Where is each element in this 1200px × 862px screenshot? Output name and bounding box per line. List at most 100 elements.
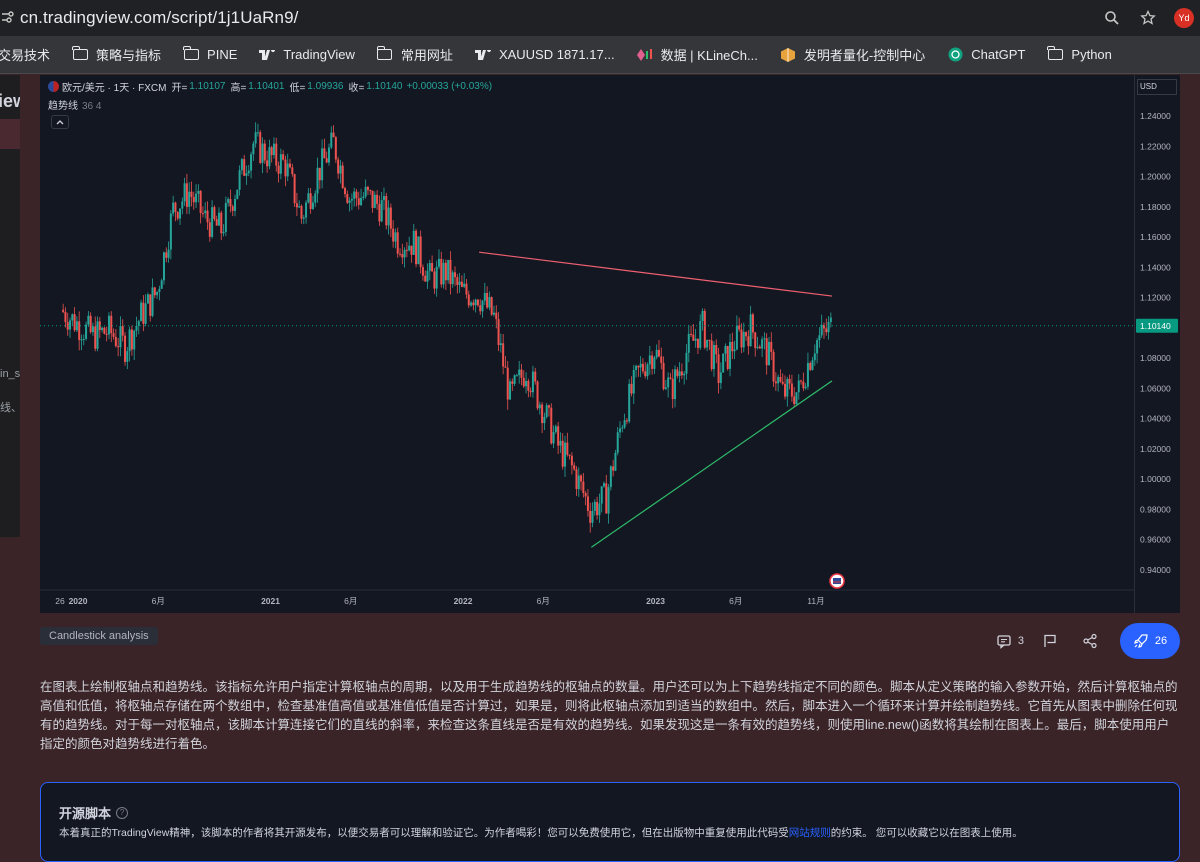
candle-body: [687, 333, 690, 353]
candle-body: [64, 311, 67, 323]
comments-button[interactable]: 3: [996, 623, 1024, 659]
symbol-label[interactable]: 欧元/美元 · 1天 · FXCM: [62, 79, 166, 94]
bookmarks-bar: 交易技术 策略与指标 PINE TradingView 常用网址 XAUUSD 1871.…: [0, 36, 1200, 74]
candle-body: [302, 217, 305, 219]
candle-body: [261, 143, 264, 163]
site-info-icon[interactable]: [0, 9, 18, 27]
candle-body: [460, 281, 463, 287]
collapse-legend-button[interactable]: [51, 115, 69, 129]
url-text[interactable]: cn.tradingview.com/script/1j1UaRn9/: [20, 8, 298, 28]
candle-body: [784, 383, 787, 397]
candle-body: [786, 378, 789, 397]
category-tag[interactable]: Candlestick analysis: [40, 627, 158, 645]
candle-body: [690, 333, 693, 335]
bookmark-item[interactable]: 交易技术: [0, 45, 50, 64]
candle-body: [483, 292, 486, 301]
candle-body: [825, 328, 828, 333]
candle-body: [222, 231, 225, 234]
candlestick-chart[interactable]: 1.240001.220001.200001.180001.160001.140…: [40, 75, 1180, 613]
bookmark-item[interactable]: 数据 | KLineCh...: [636, 45, 758, 64]
bookmark-label: Python: [1071, 47, 1112, 62]
candle-body: [311, 202, 314, 209]
candle-body: [564, 442, 567, 467]
open-value: 1.10107: [189, 81, 226, 92]
candle-body: [623, 420, 626, 428]
bookmark-item[interactable]: 常用网址: [376, 45, 453, 64]
candle-body: [353, 191, 356, 199]
price-axis[interactable]: USD: [1134, 75, 1180, 613]
candle-body: [651, 355, 654, 369]
house-rules-link[interactable]: 网站规则: [789, 827, 831, 839]
open-label: 开=: [171, 83, 188, 94]
candle-body: [612, 466, 615, 471]
candle-body: [712, 344, 715, 370]
candle-body: [238, 170, 241, 190]
bookmark-star-icon[interactable]: [1130, 0, 1166, 36]
share-button[interactable]: [1082, 623, 1104, 659]
candle-body: [82, 338, 85, 340]
candle-body: [366, 186, 369, 191]
currency-selector[interactable]: USD: [1137, 79, 1177, 95]
candle-body: [382, 196, 385, 201]
candle-body: [740, 329, 743, 348]
candle-body: [813, 353, 816, 361]
bookmark-item[interactable]: Python: [1047, 46, 1112, 62]
candle-body: [754, 332, 757, 348]
candle-body: [135, 325, 138, 331]
candle-body: [146, 294, 149, 304]
candle-body: [800, 380, 803, 382]
bookmark-item[interactable]: PINE: [182, 46, 237, 62]
chart-container[interactable]: 1.24000 1.22000 1.20000 1.18000 1.16000 1.140…: [40, 75, 1180, 613]
candle-body: [91, 326, 94, 333]
tradingview-icon: [259, 48, 276, 62]
candle-body: [309, 193, 312, 209]
candle-body: [758, 346, 761, 349]
candle-body: [105, 333, 108, 335]
candle-body: [683, 373, 686, 376]
report-flag-button[interactable]: [1042, 623, 1064, 659]
candle-body: [724, 345, 727, 354]
zoom-icon[interactable]: [1094, 0, 1130, 36]
candle-body: [781, 381, 784, 384]
bookmark-item[interactable]: TradingView: [259, 47, 355, 62]
candle-body: [73, 314, 76, 331]
candle-body: [699, 321, 702, 348]
candle-body: [541, 404, 544, 424]
candle-body: [584, 493, 587, 497]
candle-body: [192, 196, 195, 203]
candle-body: [749, 314, 752, 347]
chevron-up-icon: [56, 120, 64, 125]
candle-body: [103, 327, 106, 334]
script-description: 在图表上绘制枢轴点和趋势线。该指标允许用户指定计算枢轴点的周期，以及用于生成趋势…: [40, 680, 1178, 751]
candle-body: [339, 165, 342, 174]
indicator-legend[interactable]: 趋势线 36 4: [48, 97, 101, 112]
candle-body: [153, 287, 156, 296]
folder-icon: [71, 46, 88, 62]
candle-body: [444, 262, 447, 281]
bookmark-item[interactable]: 发明者量化-控制中心: [780, 45, 925, 64]
candle-body: [110, 315, 113, 334]
high-label: 高=: [230, 83, 247, 94]
candle-body: [554, 426, 557, 433]
candle-body: [607, 487, 610, 514]
high-value: 1.10401: [248, 81, 285, 92]
bookmark-item[interactable]: XAUUSD 1871.17...: [474, 47, 615, 62]
candle-body: [114, 336, 117, 347]
candle-body: [325, 158, 328, 163]
candle-body: [87, 315, 90, 325]
candle-body: [515, 375, 518, 377]
x-tick-label: 6月: [344, 596, 357, 606]
candle-body: [559, 440, 562, 446]
candle-body: [674, 369, 677, 400]
bookmark-item[interactable]: ChatGPT: [947, 47, 1025, 62]
candle-body: [415, 230, 418, 265]
candle-body: [188, 191, 191, 207]
candle-body: [797, 380, 800, 393]
bookmark-item[interactable]: 策略与指标: [71, 45, 161, 64]
boost-button[interactable]: 26: [1120, 623, 1180, 659]
candle-body: [474, 299, 477, 306]
help-icon[interactable]: ?: [116, 806, 129, 819]
candle-body: [722, 353, 725, 373]
candle-body: [424, 275, 427, 282]
profile-avatar[interactable]: Yd: [1174, 8, 1194, 28]
